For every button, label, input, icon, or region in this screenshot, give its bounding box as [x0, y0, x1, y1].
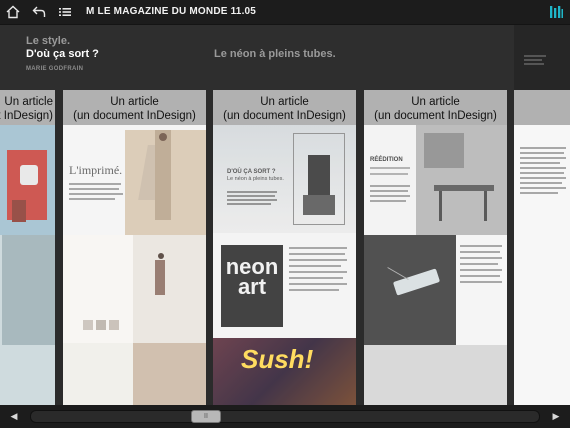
page-thumbnail: [0, 235, 55, 405]
page-kicker: D'OÙ ÇA SORT ?: [227, 169, 276, 175]
article-strip[interactable]: Un article (un document InDesign) RÉÉDIT…: [364, 90, 507, 405]
article-title[interactable]: D'où ça sort ?: [26, 48, 99, 60]
strip-label: Un article (un document InDesign): [0, 90, 55, 125]
article-strips: Un article (un document InDesign) Un art…: [0, 90, 570, 405]
page-thumbnail: [364, 235, 507, 345]
app-logo-icon[interactable]: [547, 3, 565, 21]
back-arrow-icon[interactable]: [30, 3, 48, 21]
scroll-thumb[interactable]: II: [191, 410, 221, 423]
neon-sign-text-2: Sush!: [241, 344, 314, 374]
page-thumbnail: [63, 343, 206, 405]
neon-sign-text: neon art: [225, 254, 279, 299]
article-strip[interactable]: Un article (un document InDesign) L'impr…: [63, 90, 206, 405]
article-author: MARIE GODFRAIN: [26, 66, 84, 72]
strip-label: Un article (un document InDesign): [364, 90, 507, 125]
strip-label: Un article (un document InDesign): [63, 90, 206, 125]
page-thumbnail: [364, 345, 507, 405]
page-thumbnail: RÉÉDITION: [364, 125, 507, 235]
list-icon[interactable]: [56, 3, 74, 21]
article-header: Le style. D'où ça sort ? MARIE GODFRAIN …: [0, 25, 570, 90]
strip-label: [514, 90, 570, 125]
home-icon[interactable]: [4, 3, 22, 21]
next-article-preview[interactable]: [514, 25, 570, 90]
top-toolbar: M LE MAGAZINE DU MONDE 11.05: [0, 0, 570, 25]
page-thumbnail: [63, 235, 206, 343]
page-title: L'imprimé.: [69, 163, 123, 177]
next-article-title[interactable]: Le néon à pleins tubes.: [214, 48, 336, 60]
bottom-scrollbar: ◀ II ▶: [0, 405, 570, 428]
page-thumbnail: L'imprimé.: [63, 125, 206, 235]
strip-label: Un article (un document InDesign): [213, 90, 356, 125]
article-strip[interactable]: [514, 90, 570, 405]
publication-title: M LE MAGAZINE DU MONDE 11.05: [86, 6, 257, 17]
page-thumbnail: Sush!: [213, 338, 356, 405]
scroll-right-icon[interactable]: ▶: [542, 405, 570, 428]
page-title: RÉÉDITION: [370, 157, 403, 163]
page-thumbnail: D'OÙ ÇA SORT ? Le néon à pleins tubes.: [213, 125, 356, 233]
page-thumbnail: [514, 125, 570, 405]
page-headline: Le néon à pleins tubes.: [227, 176, 284, 182]
section-kicker: Le style.: [26, 35, 71, 47]
scroll-left-icon[interactable]: ◀: [0, 405, 28, 428]
article-strip[interactable]: Un article (un document InDesign): [0, 90, 55, 405]
page-thumbnail: [0, 125, 55, 235]
article-strip[interactable]: Un article (un document InDesign) D'OÙ Ç…: [213, 90, 356, 405]
scroll-track[interactable]: II: [30, 410, 540, 423]
page-thumbnail: neon art: [213, 233, 356, 338]
